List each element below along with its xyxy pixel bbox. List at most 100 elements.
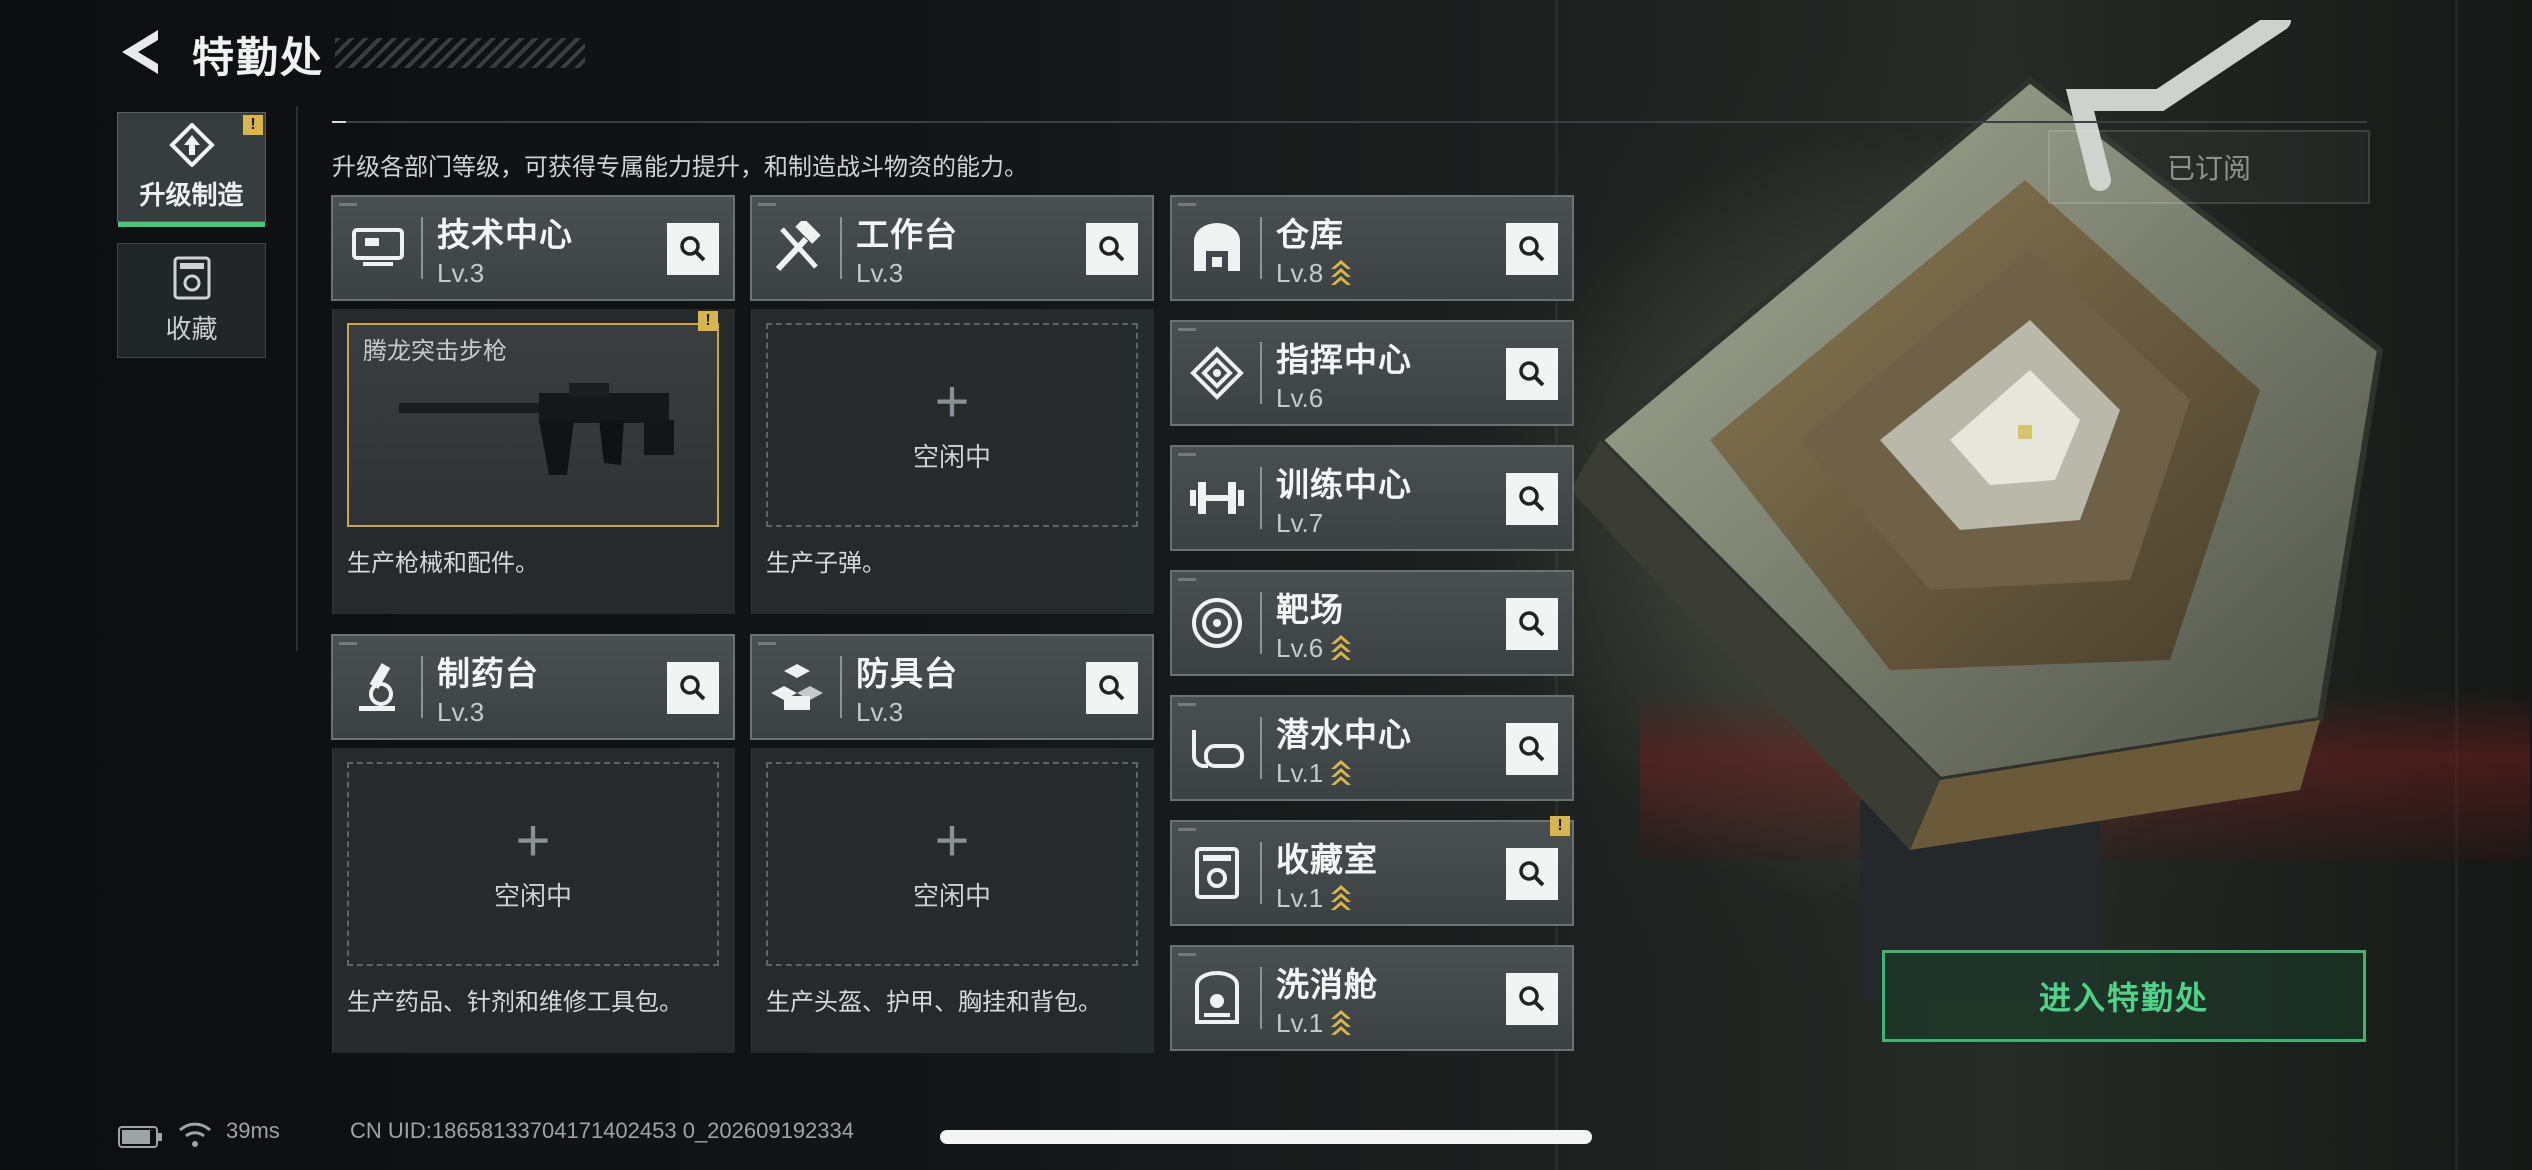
dept-card-tech-center[interactable]: 技术中心 Lv.3 (331, 195, 735, 301)
production-panel-armor-bench: + 空闲中 生产头盔、护甲、胸挂和背包。 (751, 748, 1154, 1053)
alert-badge: ! (243, 115, 263, 135)
facility-diving-center[interactable]: 潜水中心 Lv.1 (1170, 695, 1574, 801)
facility-level-row: Lv.1 (1276, 758, 1412, 789)
search-icon (1519, 486, 1545, 512)
collection-room-icon (1184, 840, 1250, 906)
tab-upgrade-craft[interactable]: 升级制造 ! (117, 112, 266, 227)
inspect-button[interactable] (1086, 223, 1138, 275)
top-divider-accent (332, 121, 346, 123)
dept-name: 制药台 (437, 654, 539, 692)
dept-card-workbench[interactable]: 工作台 Lv.3 (750, 195, 1154, 301)
facility-training-center[interactable]: 训练中心 Lv.7 (1170, 445, 1574, 551)
facility-name: 潜水中心 (1276, 715, 1412, 753)
ping-readout: 39ms (226, 1118, 280, 1143)
enter-special-ops-button[interactable]: 进入特勤处 (1882, 950, 2366, 1042)
dept-description: 生产头盔、护甲、胸挂和背包。 (766, 989, 1102, 1016)
facility-level: Lv.1 (1276, 882, 1324, 913)
page-title: 特勤处 (192, 34, 325, 81)
card-corner-mark (1178, 953, 1196, 956)
search-icon (1099, 675, 1125, 701)
facility-name: 指挥中心 (1276, 340, 1412, 378)
production-panel-workbench: + 空闲中 生产子弹。 (751, 309, 1154, 614)
dept-description: 生产子弹。 (766, 550, 886, 577)
inspect-button[interactable] (1506, 598, 1558, 650)
production-slot[interactable]: + 空闲中 (347, 762, 719, 966)
home-indicator[interactable] (940, 1130, 1592, 1144)
search-icon (1519, 986, 1545, 1012)
inspect-button[interactable] (1506, 348, 1558, 400)
facility-decon-chamber[interactable]: 洗消舱 Lv.1 (1170, 945, 1574, 1051)
card-corner-mark (1178, 203, 1196, 206)
facility-shooting-range[interactable]: 靶场 Lv.6 (1170, 570, 1574, 676)
dept-name: 防具台 (856, 654, 958, 692)
dept-name: 工作台 (856, 215, 958, 253)
facility-command-center[interactable]: 指挥中心 Lv.6 (1170, 320, 1574, 426)
rifle-image (399, 383, 674, 475)
search-icon (680, 236, 706, 262)
dept-level: Lv.3 (856, 696, 904, 727)
inspect-button[interactable] (1506, 473, 1558, 525)
inspect-button[interactable] (1086, 662, 1138, 714)
facility-level: Lv.1 (1276, 1007, 1324, 1038)
upgrade-available-icon (1331, 635, 1352, 660)
card-separator (421, 656, 423, 718)
upgrade-available-icon (1331, 760, 1352, 785)
slot-status: 空闲中 (493, 880, 572, 911)
facility-level: Lv.6 (1276, 382, 1324, 413)
dept-level: Lv.3 (856, 257, 904, 288)
upgrade-craft-icon (168, 122, 215, 167)
production-slot[interactable]: + 空闲中 (766, 762, 1138, 966)
facility-name: 训练中心 (1276, 465, 1412, 503)
card-corner-mark (1178, 703, 1196, 706)
inspect-button[interactable] (667, 223, 719, 275)
production-slot[interactable]: 腾龙突击步枪 (347, 323, 719, 527)
inspect-button[interactable] (1506, 723, 1558, 775)
tab-upgrade-craft-label: 升级制造 (139, 179, 244, 210)
facility-level-row: Lv.1 (1276, 1008, 1378, 1039)
production-slot[interactable]: + 空闲中 (766, 323, 1138, 527)
card-separator (1260, 217, 1262, 279)
facility-name: 收藏室 (1276, 840, 1378, 878)
inspect-button[interactable] (1506, 848, 1558, 900)
card-separator (421, 217, 423, 279)
back-arrow-icon[interactable] (118, 28, 162, 76)
card-corner-mark (758, 203, 776, 206)
card-separator (1260, 592, 1262, 654)
card-corner-mark (1178, 328, 1196, 331)
collection-icon (173, 256, 210, 300)
production-panel-tech-center: 腾龙突击步枪 ! 生产枪械和配件。 (332, 309, 735, 614)
warehouse-icon (1184, 215, 1250, 281)
search-icon (1519, 361, 1545, 387)
command-center-icon (1184, 340, 1250, 406)
tab-collection[interactable]: 收藏 (117, 243, 266, 358)
active-tab-indicator (118, 222, 265, 227)
card-corner-mark (339, 203, 357, 206)
hammer-wrench-icon (764, 215, 830, 281)
alert-badge: ! (698, 311, 718, 331)
alert-badge: ! (1550, 816, 1570, 836)
dept-description: 生产药品、针剂和维修工具包。 (347, 989, 683, 1016)
add-icon: + (515, 806, 551, 874)
facility-collection-room[interactable]: 收藏室 Lv.1 ! (1170, 816, 1574, 926)
subscribed-button[interactable]: 已订阅 (2048, 130, 2370, 204)
inspect-button[interactable] (1506, 223, 1558, 275)
facility-warehouse[interactable]: 仓库 Lv.8 (1170, 195, 1574, 301)
dept-card-armor-bench[interactable]: 防具台 Lv.3 (750, 634, 1154, 740)
inspect-button[interactable] (667, 662, 719, 714)
inspect-button[interactable] (1506, 973, 1558, 1025)
card-corner-mark (1178, 453, 1196, 456)
dept-card-pharmacy[interactable]: 制药台 Lv.3 (331, 634, 735, 740)
slot-status: 空闲中 (912, 441, 991, 472)
card-corner-mark (1178, 828, 1196, 831)
facility-level: Lv.1 (1276, 757, 1324, 788)
top-divider (332, 121, 2367, 123)
tab-collection-label: 收藏 (165, 314, 218, 344)
search-icon (1519, 861, 1545, 887)
facility-level-row: Lv.8 (1276, 258, 1352, 289)
facility-name: 洗消舱 (1276, 965, 1378, 1003)
search-icon (1519, 236, 1545, 262)
dept-description: 生产枪械和配件。 (347, 550, 539, 577)
upgrade-available-icon (1331, 1010, 1352, 1035)
facility-level-row: Lv.1 (1276, 883, 1378, 914)
card-separator (1260, 467, 1262, 529)
